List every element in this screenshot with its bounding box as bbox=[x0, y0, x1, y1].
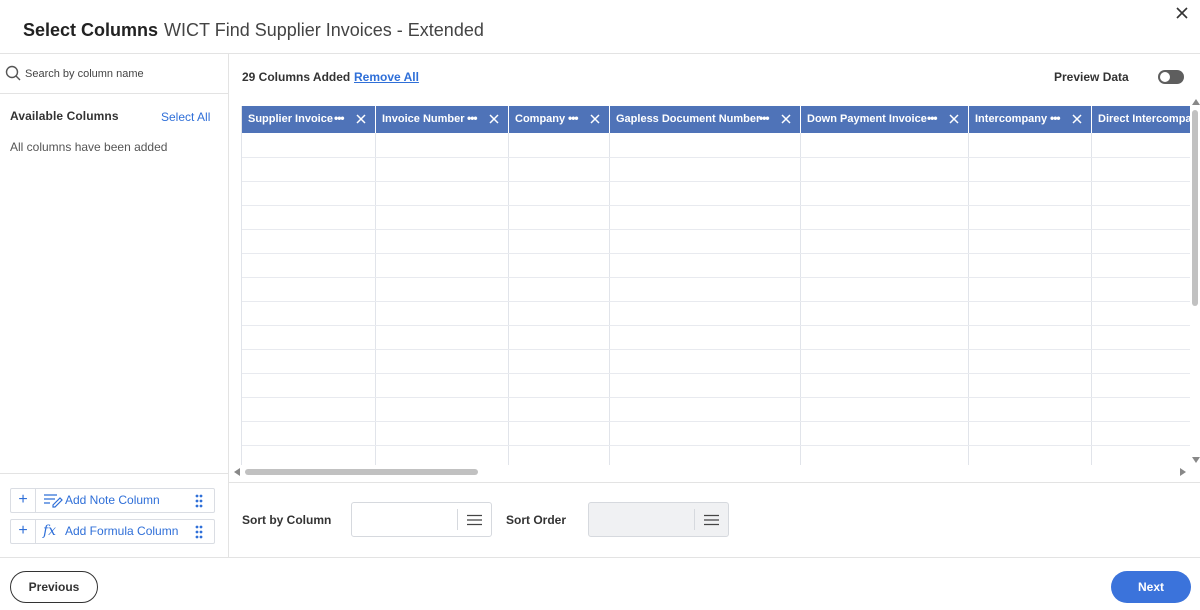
row-divider bbox=[242, 229, 1190, 230]
select-divider bbox=[457, 509, 458, 530]
column-header-label: Intercompany bbox=[975, 113, 1048, 125]
column-header[interactable]: Down Payment Invoice ••• bbox=[801, 106, 969, 133]
more-options-icon[interactable]: ••• bbox=[759, 111, 770, 125]
column-header[interactable]: Gapless Document Number ••• bbox=[610, 106, 801, 133]
close-icon[interactable] bbox=[1174, 5, 1190, 21]
row-divider bbox=[242, 157, 1190, 158]
column-header-label: Supplier Invoice bbox=[248, 113, 333, 125]
column-divider bbox=[1091, 133, 1092, 465]
column-header-label: Gapless Document Number bbox=[616, 113, 761, 125]
scroll-up-arrow-icon[interactable] bbox=[1192, 99, 1200, 105]
remove-column-icon[interactable] bbox=[781, 114, 791, 124]
dialog-title-main: Select Columns bbox=[23, 20, 159, 40]
plus-icon: + bbox=[11, 520, 36, 543]
add-note-column-button[interactable]: + Add Note Column bbox=[10, 488, 215, 513]
search-input[interactable] bbox=[25, 63, 220, 85]
columns-added-count: 29 Columns Added bbox=[242, 70, 351, 84]
row-divider bbox=[242, 349, 1190, 350]
row-divider bbox=[242, 205, 1190, 206]
grid-body bbox=[242, 133, 1190, 465]
available-columns-panel: Available Columns Select All All columns… bbox=[0, 54, 229, 557]
selected-columns-panel: 29 Columns Added Remove All Preview Data… bbox=[229, 54, 1200, 557]
add-formula-column-label: Add Formula Column bbox=[65, 524, 179, 538]
preview-data-toggle[interactable] bbox=[1158, 70, 1184, 84]
vertical-scrollbar[interactable] bbox=[1191, 98, 1200, 466]
dialog-footer: Previous Next bbox=[0, 557, 1200, 610]
more-options-icon[interactable]: ••• bbox=[568, 111, 579, 125]
column-header[interactable]: Invoice Number ••• bbox=[376, 106, 509, 133]
add-note-column-label: Add Note Column bbox=[65, 493, 160, 507]
remove-column-icon[interactable] bbox=[1072, 114, 1082, 124]
column-header-label: Direct Intercompany bbox=[1098, 113, 1190, 125]
vertical-scroll-thumb[interactable] bbox=[1192, 110, 1198, 306]
scroll-left-arrow-icon[interactable] bbox=[234, 468, 240, 476]
toggle-knob bbox=[1160, 72, 1170, 82]
column-divider bbox=[508, 133, 509, 465]
column-header[interactable]: Supplier Invoice ••• bbox=[242, 106, 376, 133]
sort-settings: Sort by Column Sort Order bbox=[229, 482, 1200, 557]
column-divider bbox=[800, 133, 801, 465]
remove-column-icon[interactable] bbox=[356, 114, 366, 124]
previous-button[interactable]: Previous bbox=[10, 571, 98, 603]
column-header-label: Down Payment Invoice bbox=[807, 113, 927, 125]
more-options-icon[interactable]: ••• bbox=[334, 111, 345, 125]
select-all-link[interactable]: Select All bbox=[161, 110, 210, 124]
drag-handle-icon[interactable] bbox=[195, 494, 203, 508]
next-button[interactable]: Next bbox=[1111, 571, 1191, 603]
more-options-icon[interactable]: ••• bbox=[467, 111, 478, 125]
dialog-header: Select Columns WICT Find Supplier Invoice… bbox=[0, 0, 1200, 54]
scroll-down-arrow-icon[interactable] bbox=[1192, 457, 1200, 463]
formula-icon: fx bbox=[43, 523, 57, 539]
column-header[interactable]: Intercompany ••• bbox=[969, 106, 1092, 133]
search-icon bbox=[5, 65, 21, 81]
sort-by-column-select[interactable] bbox=[351, 502, 492, 537]
available-columns-status: All columns have been added bbox=[10, 140, 168, 154]
remove-column-icon[interactable] bbox=[590, 114, 600, 124]
remove-column-icon[interactable] bbox=[949, 114, 959, 124]
plus-icon: + bbox=[11, 489, 36, 512]
column-divider bbox=[968, 133, 969, 465]
row-divider bbox=[242, 325, 1190, 326]
add-formula-column-button[interactable]: + fx Add Formula Column bbox=[10, 519, 215, 544]
grid-header: Supplier Invoice ••• Invoice Number ••• Comp… bbox=[242, 106, 1190, 133]
more-options-icon[interactable]: ••• bbox=[927, 111, 938, 125]
horizontal-scrollbar[interactable] bbox=[233, 466, 1187, 478]
dialog-title: Select Columns WICT Find Supplier Invoice… bbox=[23, 20, 484, 41]
select-divider bbox=[694, 509, 695, 530]
row-divider bbox=[242, 397, 1190, 398]
list-icon[interactable] bbox=[704, 514, 719, 526]
row-divider bbox=[242, 181, 1190, 182]
drag-handle-icon[interactable] bbox=[195, 525, 203, 539]
row-divider bbox=[242, 301, 1190, 302]
row-divider bbox=[242, 445, 1190, 446]
column-header-label: Invoice Number bbox=[382, 113, 465, 125]
column-header[interactable]: Direct Intercompany bbox=[1092, 106, 1190, 133]
horizontal-scroll-thumb[interactable] bbox=[245, 469, 478, 475]
preview-data-label: Preview Data bbox=[1054, 70, 1129, 84]
columns-grid: Supplier Invoice ••• Invoice Number ••• Comp… bbox=[241, 106, 1190, 465]
add-column-area: + Add Note Column + fx Add Formula Colum… bbox=[0, 473, 228, 557]
column-divider bbox=[609, 133, 610, 465]
remove-column-icon[interactable] bbox=[489, 114, 499, 124]
remove-all-link[interactable]: Remove All bbox=[354, 70, 419, 84]
row-divider bbox=[242, 421, 1190, 422]
more-options-icon[interactable]: ••• bbox=[1050, 111, 1061, 125]
column-search bbox=[0, 54, 228, 94]
column-divider bbox=[375, 133, 376, 465]
available-columns-heading: Available Columns bbox=[10, 109, 119, 123]
sort-order-label: Sort Order bbox=[506, 513, 567, 527]
sort-by-column-label: Sort by Column bbox=[242, 513, 332, 527]
row-divider bbox=[242, 253, 1190, 254]
scroll-right-arrow-icon[interactable] bbox=[1180, 468, 1186, 476]
column-header-label: Company bbox=[515, 113, 566, 125]
column-header[interactable]: Company ••• bbox=[509, 106, 610, 133]
dialog-title-report: WICT Find Supplier Invoices - Extended bbox=[164, 20, 484, 40]
row-divider bbox=[242, 277, 1190, 278]
note-icon bbox=[44, 494, 63, 508]
row-divider bbox=[242, 373, 1190, 374]
list-icon[interactable] bbox=[467, 514, 482, 526]
sort-order-select[interactable] bbox=[588, 502, 729, 537]
